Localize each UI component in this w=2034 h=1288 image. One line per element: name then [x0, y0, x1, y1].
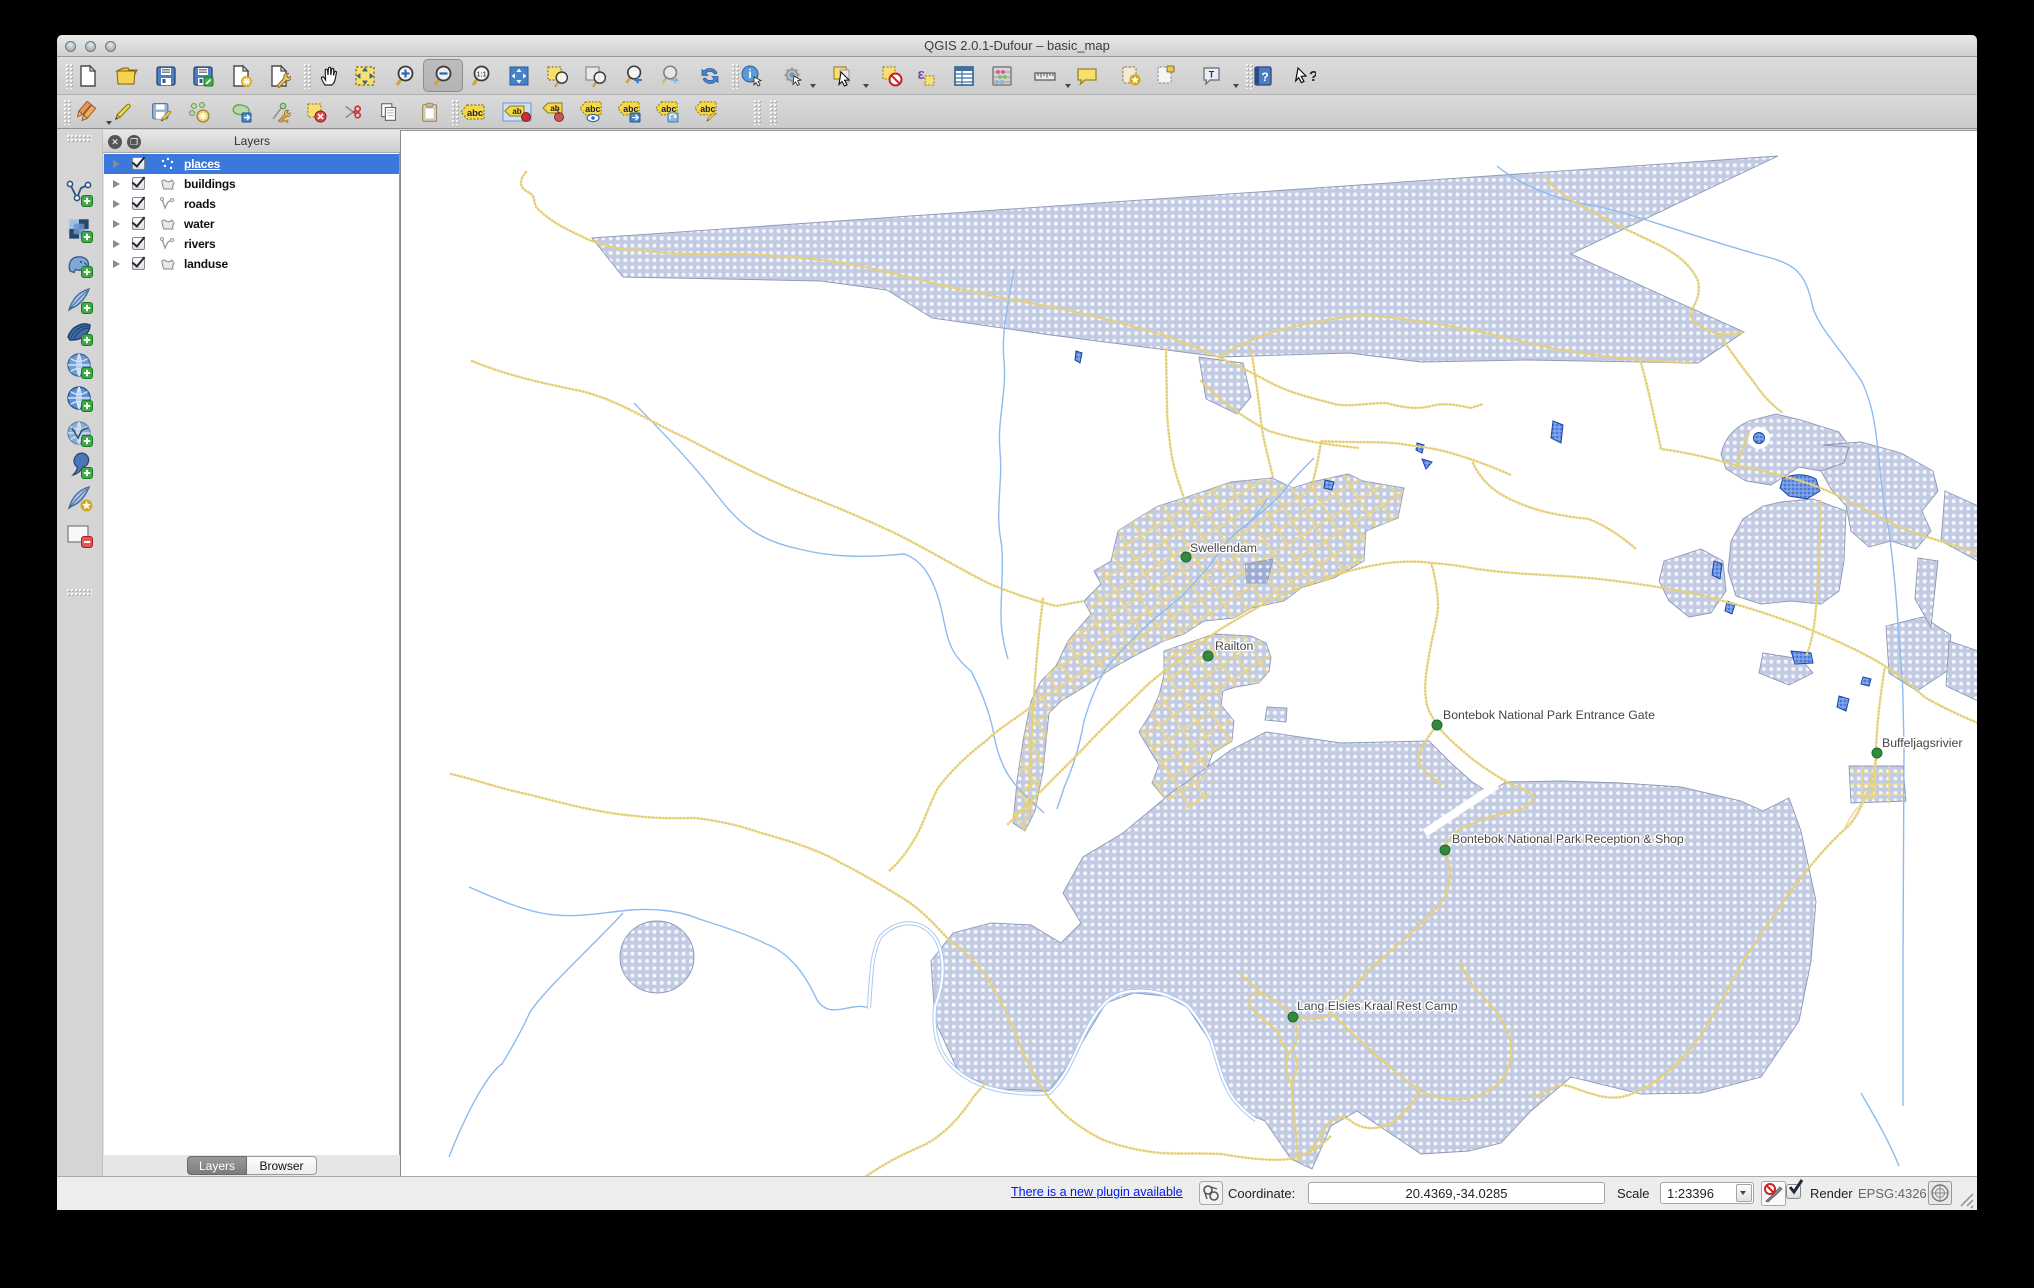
svg-text:Bontebok National Park Recepti: Bontebok National Park Reception & Shop — [1452, 832, 1684, 846]
svg-text:?: ? — [1309, 68, 1316, 85]
svg-text:Buffeljagsrivier: Buffeljagsrivier — [1882, 736, 1962, 750]
svg-text:Railton: Railton — [1215, 639, 1253, 653]
svg-text:1:1: 1:1 — [476, 72, 486, 79]
svg-text:Bontebok National Park Entranc: Bontebok National Park Entrance Gate — [1443, 708, 1655, 722]
svg-text:Lang Elsies Kraal Rest Camp: Lang Elsies Kraal Rest Camp — [1297, 999, 1458, 1013]
svg-text:T: T — [1209, 70, 1215, 80]
svg-text:ε: ε — [917, 66, 924, 83]
svg-text:ab: ab — [512, 107, 521, 116]
svg-text:Swellendam: Swellendam — [1190, 541, 1257, 555]
